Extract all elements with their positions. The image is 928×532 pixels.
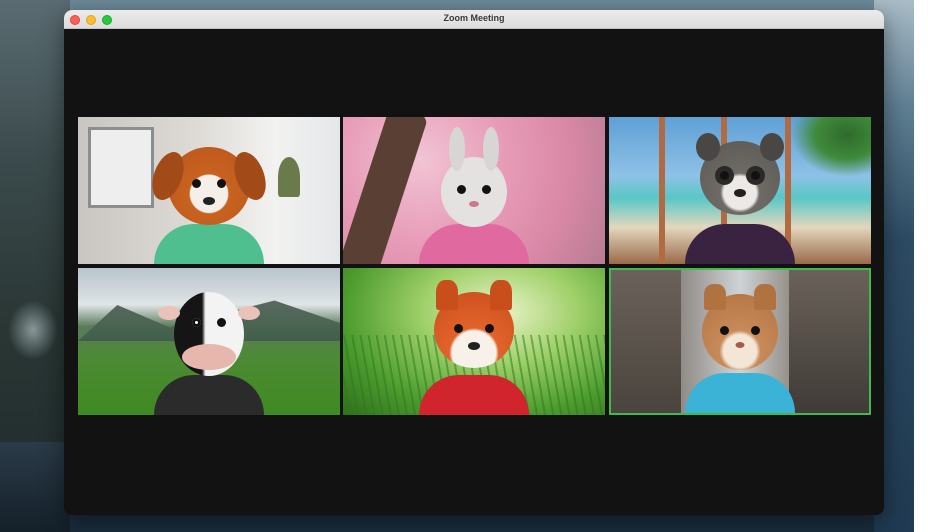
video-tile-rabbit[interactable] (343, 117, 605, 264)
fox-avatar-icon (434, 280, 514, 368)
window-titlebar[interactable]: Zoom Meeting (64, 10, 884, 29)
video-tile-cow[interactable] (78, 268, 340, 415)
palm-tree (791, 117, 871, 177)
wall-picture (88, 127, 154, 208)
raccoon-avatar-icon (696, 133, 784, 215)
potted-plant (278, 157, 300, 197)
avatar-shirt (419, 224, 529, 264)
video-tile-fox[interactable] (343, 268, 605, 415)
avatar-shirt (154, 375, 264, 415)
tree-trunk (343, 117, 429, 264)
avatar-shirt (685, 373, 795, 413)
wallpaper-shore (0, 442, 70, 532)
dog-avatar-icon (146, 147, 272, 225)
video-tile-dog[interactable] (78, 117, 340, 264)
cow-avatar-icon (158, 292, 260, 376)
avatar-shirt (154, 224, 264, 264)
zoom-meeting-window: Zoom Meeting (64, 10, 884, 515)
rabbit-avatar-icon (441, 127, 507, 227)
window-title: Zoom Meeting (443, 13, 505, 23)
avatar-shirt (685, 224, 795, 264)
building (611, 270, 681, 413)
video-tile-raccoon[interactable] (609, 117, 871, 264)
video-tile-cat-active-speaker[interactable] (609, 268, 871, 415)
cat-avatar-icon (702, 284, 778, 370)
window-frame (659, 117, 665, 264)
building (789, 270, 869, 413)
